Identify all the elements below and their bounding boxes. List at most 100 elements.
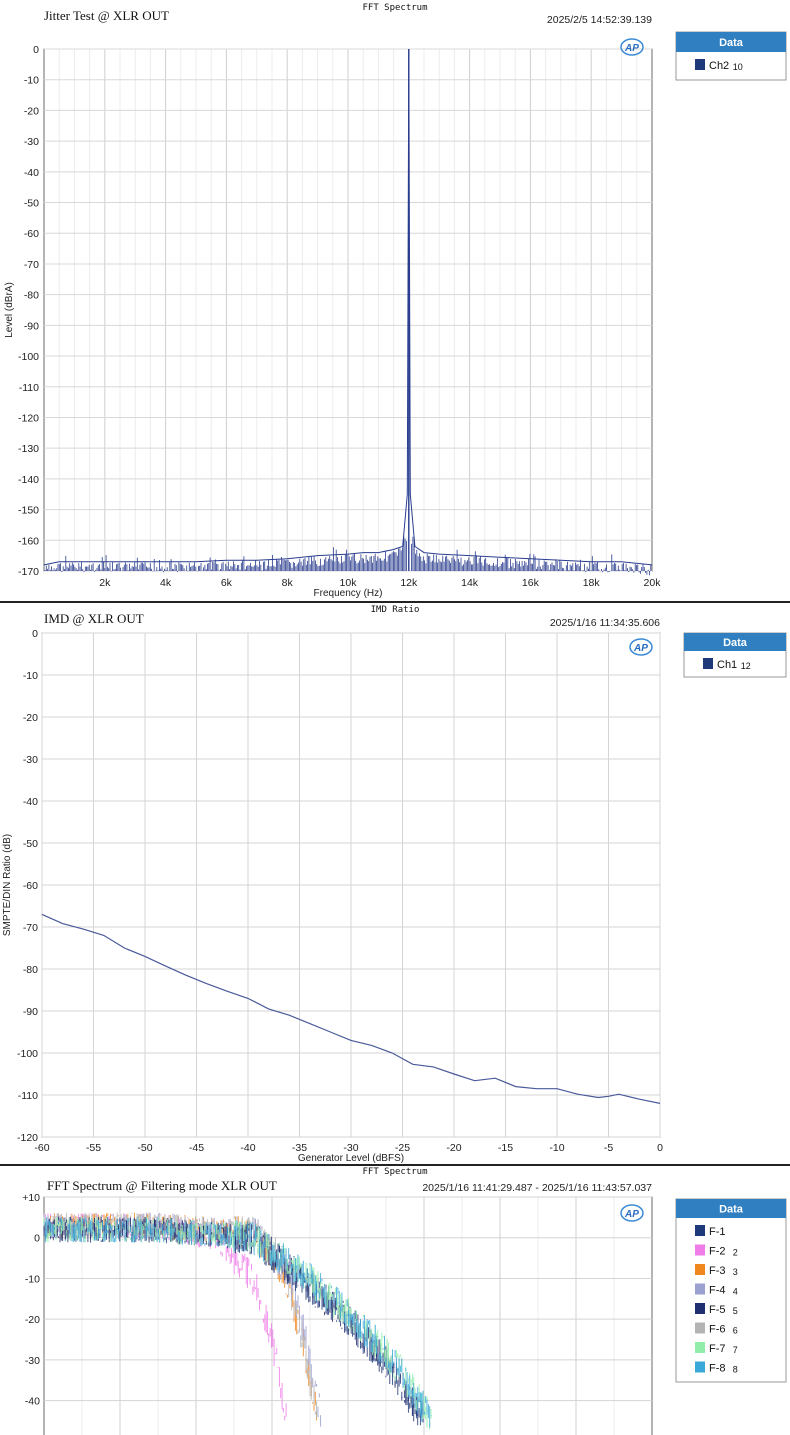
imd-ratio-chart: IMD Ratio IMD @ XLR OUT 2025/1/16 11:34:35… xyxy=(2,605,787,1164)
chart-title: IMD @ XLR OUT xyxy=(44,611,144,626)
y-tick-label: -40 xyxy=(25,1396,40,1408)
ap-logo-text: AP xyxy=(633,643,648,654)
y-tick-label: -60 xyxy=(24,228,39,240)
x-tick-label: 14k xyxy=(461,577,479,589)
fft-filter-panel: FFT Spectrum FFT Spectrum @ Filtering mod… xyxy=(0,1166,790,1435)
legend-swatch xyxy=(695,1283,705,1295)
y-tick-label: -40 xyxy=(24,167,39,179)
y-tick-label: -70 xyxy=(23,922,38,934)
y-tick-label: 0 xyxy=(32,628,38,640)
legend-swatch xyxy=(695,1225,705,1236)
legend-item-index: 5 xyxy=(733,1306,738,1316)
legend-box xyxy=(675,1198,787,1383)
x-tick-label: 0 xyxy=(657,1142,663,1154)
x-tick-label: 18k xyxy=(583,577,601,589)
legend-header-label: Data xyxy=(723,637,748,649)
y-axis-label: SMPTE/DIN Ratio (dB) xyxy=(2,834,13,936)
legend-swatch xyxy=(695,1342,705,1353)
chart-timestamp: 2025/1/16 11:34:35.606 xyxy=(550,617,660,629)
x-tick-label: 2k xyxy=(99,577,111,589)
y-tick-label: -120 xyxy=(18,412,39,424)
y-tick-label: 0 xyxy=(34,1233,40,1245)
y-tick-label: -90 xyxy=(23,1006,38,1018)
legend-item-name: F-3 xyxy=(709,1265,726,1277)
window-title: IMD Ratio xyxy=(371,605,420,615)
legend-item-index: 7 xyxy=(733,1345,738,1355)
fft-filter-chart: FFT Spectrum FFT Spectrum @ Filtering mod… xyxy=(22,1167,787,1435)
chart-title: FFT Spectrum @ Filtering mode XLR OUT xyxy=(47,1178,277,1193)
y-tick-label: -10 xyxy=(25,1273,40,1285)
y-tick-label: -20 xyxy=(25,1314,40,1326)
legend-swatch xyxy=(695,1264,705,1275)
legend-swatch xyxy=(695,1303,705,1314)
y-tick-label: -160 xyxy=(18,535,39,547)
legend-header-label: Data xyxy=(719,1204,744,1216)
x-tick-label: 16k xyxy=(522,577,540,589)
y-tick-label: -30 xyxy=(25,1355,40,1367)
x-tick-label: -15 xyxy=(498,1142,513,1154)
y-tick-label: -80 xyxy=(24,290,39,302)
y-tick-label: -10 xyxy=(23,670,38,682)
y-tick-label: -20 xyxy=(24,105,39,117)
x-tick-label: -45 xyxy=(189,1142,204,1154)
legend-item-name: F-8 xyxy=(709,1363,726,1375)
legend-item-name: Ch2 xyxy=(709,60,729,72)
ap-logo-text: AP xyxy=(624,1209,639,1220)
window-title: FFT Spectrum xyxy=(362,3,427,13)
x-tick-label: -55 xyxy=(86,1142,101,1154)
legend-header-label: Data xyxy=(719,37,744,49)
y-axis-label: Level (dBrA) xyxy=(4,282,15,338)
imd-ratio-panel: IMD Ratio IMD @ XLR OUT 2025/1/16 11:34:35… xyxy=(0,603,790,1164)
y-tick-label: -170 xyxy=(18,566,39,578)
y-tick-label: -40 xyxy=(23,796,38,808)
fft-jitter-chart: FFT Spectrum Jitter Test @ XLR OUT 2025/2/… xyxy=(4,3,787,599)
y-tick-label: -50 xyxy=(23,838,38,850)
x-tick-label: 4k xyxy=(160,577,172,589)
x-tick-label: 8k xyxy=(282,577,294,589)
y-tick-label: -150 xyxy=(18,505,39,517)
y-tick-label: -70 xyxy=(24,259,39,271)
legend-swatch xyxy=(695,1361,705,1373)
y-tick-label: -110 xyxy=(19,382,39,394)
y-tick-label: -110 xyxy=(18,1090,38,1102)
y-tick-label: -30 xyxy=(24,136,39,148)
y-tick-label: +10 xyxy=(22,1192,40,1204)
chart-timestamp: 2025/2/5 14:52:39.139 xyxy=(547,14,652,26)
x-tick-label: 6k xyxy=(221,577,233,589)
legend-item-index: 3 xyxy=(733,1267,738,1277)
y-tick-label: -100 xyxy=(17,1048,38,1060)
legend-item-name: F-1 xyxy=(709,1226,726,1238)
legend-item-name: Ch1 xyxy=(717,659,737,671)
legend-swatch xyxy=(695,1322,705,1334)
x-tick-label: 20k xyxy=(644,577,662,589)
y-tick-label: -140 xyxy=(18,474,39,486)
chart-title: Jitter Test @ XLR OUT xyxy=(44,8,169,23)
legend-item-name: F-4 xyxy=(709,1285,726,1297)
y-tick-label: -20 xyxy=(23,712,38,724)
x-axis-label: Generator Level (dBFS) xyxy=(298,1153,404,1164)
y-tick-label: -80 xyxy=(23,964,38,976)
legend-item-name: F-6 xyxy=(709,1324,726,1336)
x-tick-label: -20 xyxy=(446,1142,461,1154)
y-tick-label: -90 xyxy=(24,320,39,332)
window-title: FFT Spectrum xyxy=(362,1167,427,1177)
legend-item-index: 4 xyxy=(733,1287,738,1297)
y-tick-label: 0 xyxy=(33,44,39,56)
legend-item-index: 10 xyxy=(733,62,743,72)
legend-item-name: F-7 xyxy=(709,1343,726,1355)
y-tick-label: -10 xyxy=(24,75,39,87)
x-tick-label: -5 xyxy=(604,1142,613,1154)
legend-item-index: 8 xyxy=(733,1365,738,1375)
y-tick-label: -120 xyxy=(17,1132,38,1144)
legend-swatch xyxy=(695,1244,705,1256)
legend-swatch xyxy=(703,658,713,669)
legend-item-index: 6 xyxy=(733,1326,738,1336)
chart-timestamp: 2025/1/16 11:41:29.487 - 2025/1/16 11:43… xyxy=(422,1182,652,1194)
x-tick-label: -40 xyxy=(240,1142,255,1154)
y-tick-label: -30 xyxy=(23,754,38,766)
x-tick-label: 12k xyxy=(400,577,418,589)
y-tick-label: -60 xyxy=(23,880,38,892)
legend-item-index: 2 xyxy=(733,1248,738,1258)
ap-logo-text: AP xyxy=(624,43,639,54)
legend-item-name: F-5 xyxy=(709,1304,726,1316)
